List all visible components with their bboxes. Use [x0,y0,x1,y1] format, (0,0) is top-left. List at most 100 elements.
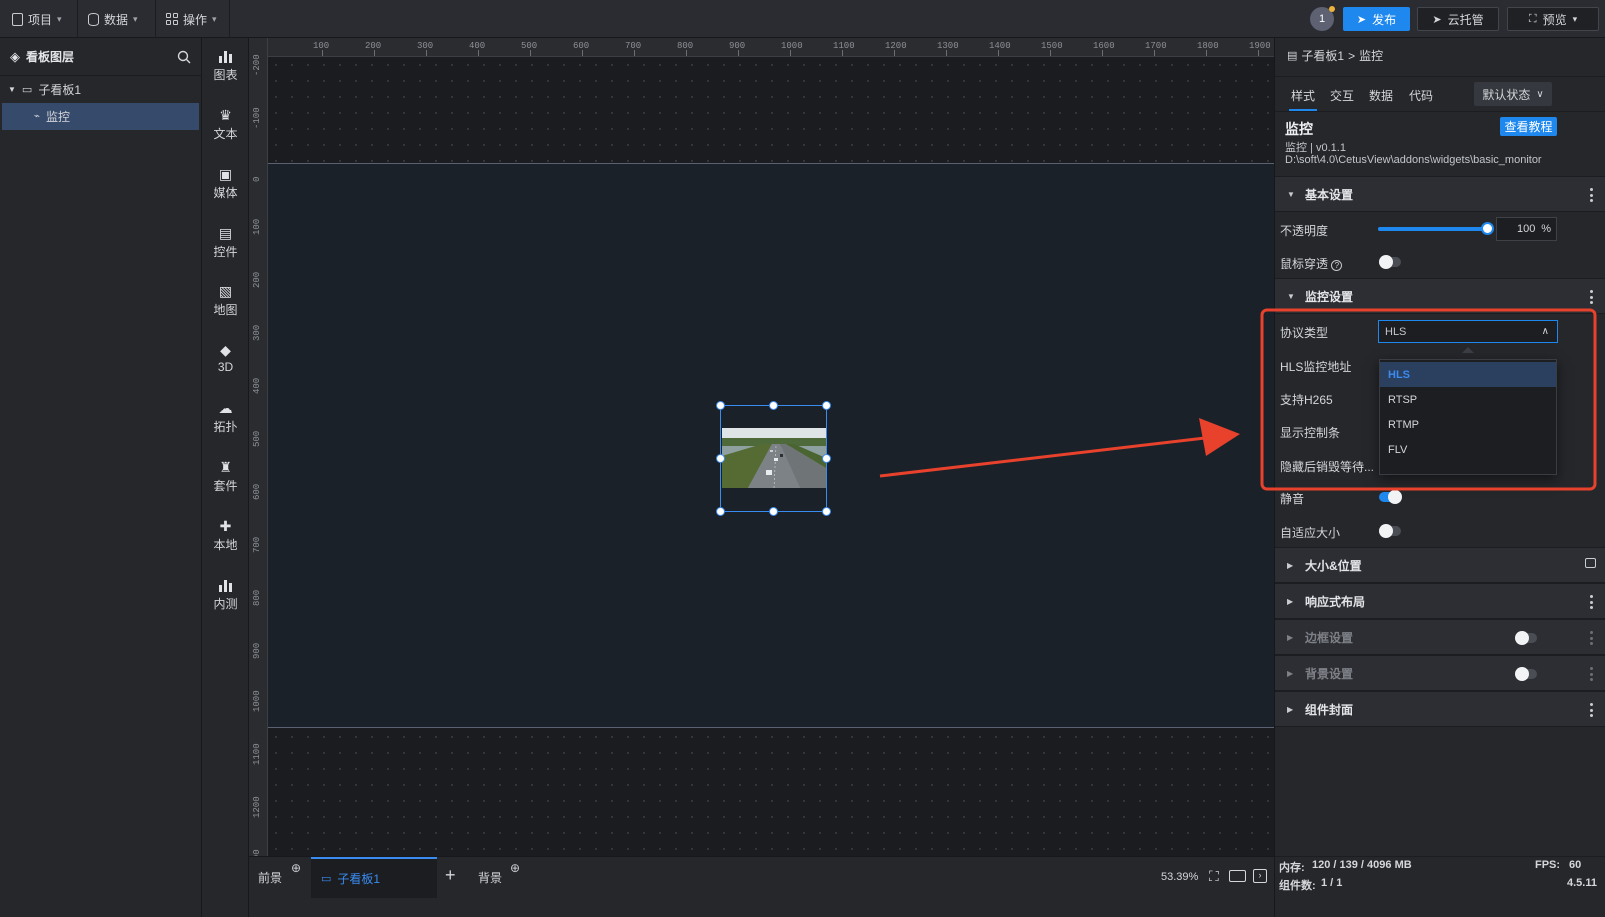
add-tab-button[interactable]: + [445,865,456,886]
fps-value: 60 [1569,859,1582,871]
protocol-option[interactable]: RTSP [1380,387,1556,412]
resize-handle-se[interactable] [822,507,831,516]
monitor-video-frame [722,428,826,488]
tab-foreground[interactable]: 前景 [258,857,282,898]
cloud-host-button[interactable]: ➤ 云托管 [1417,7,1499,31]
map-icon: ▧ [218,283,233,299]
more-icon[interactable] [1590,188,1594,202]
tab-board[interactable]: ▭ 子看板1 [311,857,437,898]
preview-button[interactable]: ⛶ 预览 ▾ [1507,7,1599,31]
more-icon[interactable] [1590,703,1594,717]
lock-icon[interactable] [1585,558,1596,568]
resize-handle-w[interactable] [716,454,725,463]
more-icon[interactable] [1590,667,1594,681]
file-icon: ▤ [1287,50,1298,62]
resize-handle-nw[interactable] [716,401,725,410]
resize-handle-e[interactable] [822,454,831,463]
opacity-slider-knob[interactable] [1481,222,1494,235]
ruler-top: 100 200 300 400 500 600 700 800 900 1000 1100 1200 1… [268,38,1274,57]
more-icon[interactable] [1590,290,1594,304]
tool-text[interactable]: ♛ 文本 [202,100,249,150]
background-toggle[interactable] [1515,667,1537,681]
destroy-delay-label: 隐藏后销毁等待... [1280,460,1375,474]
help-icon[interactable]: ? [1331,260,1343,271]
components-value: 1 / 1 [1321,877,1343,889]
controls-label: 显示控制条 [1280,426,1341,440]
tool-map[interactable]: ▧ 地图 [202,276,249,326]
chevron-down-icon: ▾ [212,13,217,24]
add-circle-icon[interactable]: ⊕ [510,861,520,875]
ruler-tick-label: -100 [252,107,262,129]
protocol-option[interactable]: HLS [1380,362,1556,387]
ruler-tick [1206,50,1207,56]
section-border[interactable]: ▶ 边框设置 [1275,619,1605,655]
opacity-label: 不透明度 [1280,224,1329,238]
tool-media[interactable]: ▣ 媒体 [202,159,249,209]
opacity-input[interactable]: 100 % [1496,217,1557,241]
protocol-option[interactable]: FLV [1380,437,1556,462]
caret-right-icon: ▶ [1287,596,1294,606]
add-circle-icon[interactable]: ⊕ [291,861,301,875]
board-icon: ▭ [321,873,332,885]
resize-handle-sw[interactable] [716,507,725,516]
keyboard-icon[interactable] [1229,870,1246,882]
components-label: 组件数: [1279,880,1316,892]
monitor-widget[interactable] [716,401,831,516]
section-background[interactable]: ▶ 背景设置 [1275,655,1605,691]
zoom-level[interactable]: 53.39% [1161,871,1198,883]
tab-style[interactable]: 样式 [1291,87,1315,104]
protocol-option[interactable]: RTMP [1380,412,1556,437]
tab-interaction[interactable]: 交互 [1330,87,1354,104]
more-icon[interactable] [1590,595,1594,609]
tab-code[interactable]: 代码 [1409,87,1433,104]
section-basic-settings[interactable]: ▼ 基本设置 [1275,176,1605,212]
tool-local[interactable]: ✚ 本地 [202,511,249,561]
more-icon[interactable] [1590,631,1594,645]
tool-suite[interactable]: ♜ 套件 [202,452,249,502]
tool-topology[interactable]: ☁ 拓扑 [202,393,249,443]
tool-chart[interactable]: 图表 [202,41,249,91]
resize-handle-s[interactable] [769,507,778,516]
tool-control[interactable]: ▤ 控件 [202,218,249,268]
properties-panel: ▤ 子看板1 > 监控 样式 交互 数据 代码 默认状态 ∨ 监控 查看教程 监… [1274,38,1605,917]
resize-handle-ne[interactable] [822,401,831,410]
fit-screen-icon[interactable]: ⛶ [1209,868,1219,885]
mute-toggle[interactable] [1379,490,1402,504]
ruler-tick-label: 800 [252,589,262,606]
tool-beta[interactable]: 内测 [202,570,249,620]
ruler-tick [322,50,323,56]
border-toggle[interactable] [1515,631,1537,645]
tab-data[interactable]: 数据 [1369,87,1393,104]
tutorial-button[interactable]: 查看教程 [1500,117,1557,136]
ruler-tick-label: 900 [252,642,262,659]
chevron-down-icon: ▾ [133,13,138,24]
ruler-tick-label: 400 [252,377,262,394]
tool-3d[interactable]: ◆ 3D [202,333,249,383]
adaptive-size-toggle[interactable] [1379,524,1401,538]
widget-title: 监控 [1285,121,1313,137]
tree-item-monitor[interactable]: ⌁ 监控 [2,103,199,130]
send-icon: ➤ [1432,13,1442,26]
status-bar: 内存: 120 / 139 / 4096 MB FPS: 60 组件数: 1 /… [1275,856,1605,917]
operation-menu[interactable]: 操作 ▾ [158,0,230,38]
project-menu[interactable]: 项目 ▾ [4,0,78,38]
publish-button[interactable]: ➤ 发布 [1343,7,1410,31]
widget-meta: 监控 | v0.1.1 [1285,142,1346,154]
section-responsive[interactable]: ▶ 响应式布局 [1275,583,1605,619]
section-size-position[interactable]: ▶ 大小&位置 [1275,547,1605,583]
top-bar: 项目 ▾ 数据 ▾ 操作 ▾ 1 ➤ 发布 ➤ 云托管 ⛶ 预览 ▾ [0,0,1605,38]
data-menu[interactable]: 数据 ▾ [80,0,156,38]
layers-title: 看板图层 [26,50,75,64]
resize-handle-n[interactable] [769,401,778,410]
opacity-slider[interactable] [1378,222,1494,235]
section-cover[interactable]: ▶ 组件封面 [1275,691,1605,727]
section-monitor-settings[interactable]: ▼ 监控设置 [1275,278,1605,314]
mouse-through-toggle[interactable] [1379,255,1401,269]
state-select[interactable]: 默认状态 ∨ [1474,82,1552,106]
search-icon[interactable] [177,50,191,64]
tab-background[interactable]: 背景 [478,857,502,898]
protocol-select[interactable]: HLS ∧ [1378,320,1558,343]
tree-item-board[interactable]: ▼ ▭ 子看板1 [0,76,201,103]
ruler-tick-label: -200 [252,54,262,76]
terminal-icon[interactable]: › [1253,869,1267,883]
